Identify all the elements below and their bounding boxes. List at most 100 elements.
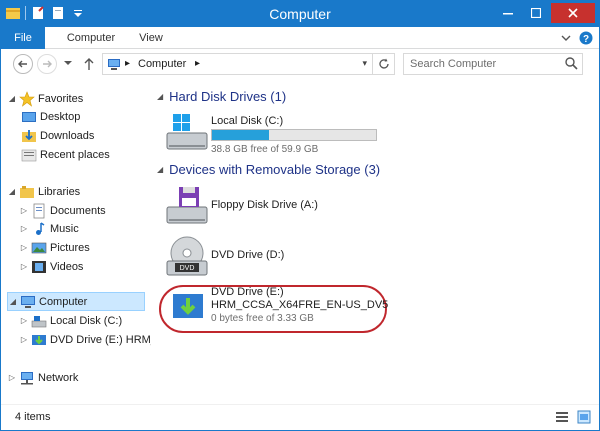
expand-arrow-icon[interactable]: ▷ <box>19 243 29 252</box>
expand-ribbon-icon[interactable] <box>561 33 571 43</box>
expand-arrow-icon[interactable]: ▷ <box>19 224 29 233</box>
refresh-button[interactable] <box>372 54 394 74</box>
search-input[interactable] <box>410 56 560 72</box>
large-icons-view-icon[interactable] <box>577 410 591 424</box>
search-icon[interactable] <box>565 57 578 70</box>
drive-local-disk-c[interactable]: Local Disk (C:) 38.8 GB free of 59.9 GB <box>163 111 583 157</box>
network-icon <box>21 371 33 384</box>
navigation-pane: ◢ Favorites Desktop Downloads Recent pla… <box>1 79 151 404</box>
drive-name: Local Disk (C:) <box>211 115 284 127</box>
tab-file[interactable]: File <box>1 27 45 49</box>
title-bar: Computer <box>1 1 599 27</box>
drive-usage-fill <box>212 130 270 140</box>
sidebar-item-label: Computer <box>39 295 88 308</box>
sidebar-item-recent-places[interactable]: Recent places <box>19 145 110 164</box>
group-collapse-icon[interactable]: ◢ <box>157 165 163 174</box>
drive-free-space: 0 bytes free of 3.33 GB <box>211 313 314 324</box>
recent-locations-button[interactable] <box>64 58 72 70</box>
downloads-icon <box>22 129 36 142</box>
breadcrumb-separator-icon[interactable]: ▸ <box>195 58 200 69</box>
minimize-button[interactable] <box>495 3 521 23</box>
expand-arrow-icon[interactable]: ▷ <box>19 262 29 271</box>
tab-computer[interactable]: Computer <box>56 27 126 49</box>
sidebar-item-label: Documents <box>50 204 106 217</box>
sidebar-item-label: Videos <box>50 260 84 273</box>
sidebar-item-music[interactable]: ▷ Music <box>19 219 79 238</box>
back-arrow-icon <box>18 60 27 68</box>
maximize-button[interactable] <box>523 3 549 23</box>
videos-icon <box>32 260 46 273</box>
collapse-arrow-icon[interactable]: ◢ <box>7 187 17 196</box>
help-icon[interactable]: ? <box>579 31 593 45</box>
item-count: 4 items <box>15 411 51 423</box>
forward-arrow-icon <box>43 60 52 68</box>
sidebar-item-desktop[interactable]: Desktop <box>19 107 80 126</box>
drive-floppy-a[interactable]: Floppy Disk Drive (A:) <box>163 185 583 231</box>
drive-dvd-d[interactable]: DVD DVD Drive (D:) <box>163 235 583 281</box>
collapse-arrow-icon[interactable]: ◢ <box>7 94 17 103</box>
sidebar-item-libraries[interactable]: ◢ Libraries <box>7 182 80 201</box>
ribbon: File Computer View ? <box>1 27 599 49</box>
view-switcher <box>555 410 591 424</box>
tab-view[interactable]: View <box>129 27 173 49</box>
breadcrumb-computer[interactable]: Computer <box>138 58 186 70</box>
group-header-hard-disk-drives[interactable]: ◢ Hard Disk Drives (1) <box>157 89 286 104</box>
music-icon <box>36 221 45 235</box>
libraries-icon <box>20 185 34 198</box>
minimize-icon <box>503 13 513 15</box>
desktop-icon <box>22 111 36 122</box>
maximize-icon <box>531 8 541 18</box>
group-header-removable-storage[interactable]: ◢ Devices with Removable Storage (3) <box>157 162 380 177</box>
group-header-label: Hard Disk Drives (1) <box>169 89 287 104</box>
back-button[interactable] <box>13 54 33 74</box>
drive-volume-label: HRM_CCSA_X64FRE_EN-US_DV5 <box>211 299 389 311</box>
sidebar-item-network[interactable]: ▷ Network <box>7 368 78 387</box>
pictures-icon <box>31 242 47 253</box>
address-history-dropdown-icon[interactable]: ▾ <box>362 58 367 69</box>
close-button[interactable] <box>551 3 595 23</box>
group-collapse-icon[interactable]: ◢ <box>157 92 163 101</box>
details-view-icon[interactable] <box>555 410 569 424</box>
sidebar-item-local-disk-c[interactable]: ▷ Local Disk (C:) <box>19 311 122 330</box>
explorer-window: Computer File Computer View ? ▸ Computer… <box>0 0 600 431</box>
breadcrumb-separator-icon[interactable]: ▸ <box>125 58 130 69</box>
sidebar-item-documents[interactable]: ▷ Documents <box>19 201 106 220</box>
documents-icon <box>33 203 45 218</box>
dvd-drive-icon: DVD <box>166 236 208 276</box>
drive-name: Floppy Disk Drive (A:) <box>211 199 318 211</box>
navigation-bar: ▸ Computer ▸ ▾ <box>1 49 599 79</box>
expand-arrow-icon[interactable]: ▷ <box>19 335 29 344</box>
sidebar-item-dvd-drive-e[interactable]: ▷ DVD Drive (E:) HRM_ <box>19 330 151 349</box>
dvd-drive-icon <box>32 334 46 345</box>
address-bar[interactable]: ▸ Computer ▸ ▾ <box>102 53 395 75</box>
window-controls <box>495 3 595 23</box>
sidebar-item-favorites[interactable]: ◢ Favorites <box>7 89 83 108</box>
chevron-down-icon <box>64 61 72 65</box>
local-disk-icon <box>31 315 47 327</box>
expand-arrow-icon[interactable]: ▷ <box>19 316 29 325</box>
drive-dvd-e[interactable]: DVD Drive (E:) HRM_CCSA_X64FRE_EN-US_DV5… <box>163 286 583 332</box>
floppy-drive-icon <box>166 187 208 224</box>
sidebar-item-label: Favorites <box>38 92 84 105</box>
sidebar-item-label: Local Disk (C:) <box>50 314 123 327</box>
local-disk-icon <box>166 114 208 150</box>
sidebar-item-pictures[interactable]: ▷ Pictures <box>19 238 90 257</box>
content-area: ◢ Favorites Desktop Downloads Recent pla… <box>1 79 599 404</box>
expand-arrow-icon[interactable]: ▷ <box>19 206 29 215</box>
expand-arrow-icon[interactable]: ▷ <box>7 373 17 382</box>
sidebar-item-downloads[interactable]: Downloads <box>19 126 94 145</box>
collapse-arrow-icon[interactable]: ◢ <box>8 297 18 306</box>
sidebar-item-label: Network <box>38 371 79 384</box>
svg-text:?: ? <box>583 34 589 45</box>
sidebar-item-computer[interactable]: ◢ Computer <box>7 292 145 311</box>
ribbon-right-controls: ? <box>561 31 593 45</box>
sidebar-item-label: DVD Drive (E:) HRM_ <box>50 333 151 346</box>
sidebar-item-videos[interactable]: ▷ Videos <box>19 257 83 276</box>
sidebar-item-label: Music <box>50 222 79 235</box>
drive-name: DVD Drive (E:) <box>211 286 284 298</box>
sidebar-item-label: Pictures <box>50 241 90 254</box>
sidebar-item-label: Recent places <box>40 148 110 161</box>
up-button[interactable] <box>83 57 95 74</box>
forward-button[interactable] <box>37 54 57 74</box>
pane-splitter[interactable] <box>151 79 152 404</box>
